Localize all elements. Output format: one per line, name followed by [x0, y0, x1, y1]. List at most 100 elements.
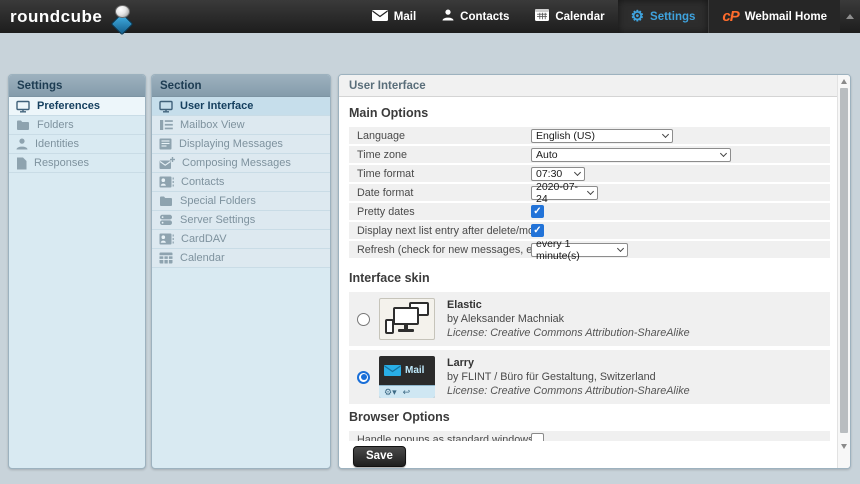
elastic-skin-radio[interactable] [357, 313, 370, 326]
section-item-calendar[interactable]: Calendar [152, 249, 330, 268]
nav-settings-label: Settings [650, 11, 695, 23]
monitor-icon [16, 100, 30, 113]
nav-webmail-home[interactable]: cP Webmail Home [708, 0, 840, 33]
section-item-label: Displaying Messages [179, 138, 283, 150]
next-entry-checkbox[interactable]: ✓ [531, 224, 544, 237]
content-scroll-area: Main Options Language English (US) Time … [339, 98, 837, 441]
section-item-label: CardDAV [181, 233, 227, 245]
refresh-interval-select-value: every 1 minute(s) [536, 238, 610, 262]
larry-skin-radio[interactable] [357, 371, 370, 384]
compose-envelope-icon [159, 157, 175, 170]
sidebar-item-label: Preferences [37, 100, 100, 112]
skin-name: Larry [447, 356, 690, 370]
elastic-skin-thumbnail[interactable] [379, 298, 435, 340]
section-item-label: Special Folders [180, 195, 256, 207]
roundcube-logo: roundcube [10, 0, 139, 35]
roundcube-settings-screen: roundcube Mail Contacts [0, 0, 860, 484]
scroll-up-arrow[interactable] [841, 79, 847, 84]
section-item-contacts[interactable]: Contacts [152, 173, 330, 192]
skin-license: License: Creative Commons Attribution-Sh… [447, 384, 690, 398]
section-item-label: Contacts [181, 176, 224, 188]
sidebar-item-folders[interactable]: Folders [9, 116, 145, 135]
taskbar-collapse-button[interactable] [840, 0, 860, 33]
skin-name: Elastic [447, 298, 690, 312]
section-item-mailbox-view[interactable]: Mailbox View [152, 116, 330, 135]
chevron-down-icon [720, 150, 727, 157]
chevron-down-icon [662, 131, 669, 138]
calendar-icon [535, 9, 549, 24]
chevron-down-icon [587, 188, 594, 195]
timezone-select[interactable]: Auto [531, 148, 731, 162]
scrollbar [837, 75, 850, 468]
section-item-label: Calendar [180, 252, 225, 264]
mail-icon [384, 365, 401, 376]
sidebar-item-label: Responses [34, 157, 89, 169]
collapse-arrow-icon [846, 14, 854, 19]
section-item-label: Mailbox View [180, 119, 245, 131]
chevron-down-icon [617, 245, 624, 252]
section-item-user-interface[interactable]: User Interface [152, 97, 330, 116]
file-icon [16, 157, 27, 170]
nav-calendar-label: Calendar [555, 11, 604, 23]
section-item-label: Composing Messages [182, 157, 291, 169]
date-format-select-value: 2020-07-24 [536, 181, 580, 205]
refresh-interval-select[interactable]: every 1 minute(s) [531, 243, 628, 257]
form-row-timezone: Time zone Auto [349, 146, 830, 163]
sidebar-item-label: Identities [35, 138, 79, 150]
sidebar-item-responses[interactable]: Responses [9, 154, 145, 173]
time-format-select-value: 07:30 [536, 168, 562, 180]
vcard-icon [159, 176, 174, 188]
section-item-special-folders[interactable]: Special Folders [152, 192, 330, 211]
field-label: Display next list entry after delete/mov… [357, 225, 531, 237]
nav-mail[interactable]: Mail [359, 0, 429, 33]
pretty-dates-checkbox[interactable]: ✓ [531, 205, 544, 218]
calendar-icon [159, 252, 173, 264]
skin-author: by Aleksander Machniak [447, 312, 690, 326]
monitor-icon [159, 100, 173, 113]
language-select-value: English (US) [536, 130, 595, 142]
nav-calendar[interactable]: Calendar [522, 0, 617, 33]
section-item-label: User Interface [180, 100, 253, 112]
server-icon [159, 214, 173, 226]
field-label: Pretty dates [357, 206, 531, 218]
form-row-time-format: Time format 07:30 [349, 165, 830, 182]
section-panel: Section User Interface Mailbox View Disp… [151, 74, 331, 469]
nav-contacts[interactable]: Contacts [429, 0, 522, 33]
section-item-composing-messages[interactable]: Composing Messages [152, 154, 330, 173]
form-row-language: Language English (US) [349, 127, 830, 144]
settings-panel: Settings Preferences Folders Identities … [8, 74, 146, 469]
date-format-select[interactable]: 2020-07-24 [531, 186, 598, 200]
folder-icon [16, 119, 30, 131]
gear-icon: ⚙▾ [384, 388, 397, 397]
content-footer: Save [339, 441, 837, 468]
scrollbar-thumb[interactable] [840, 88, 848, 433]
skin-info: Elastic by Aleksander Machniak License: … [447, 298, 690, 340]
sidebar-item-preferences[interactable]: Preferences [9, 97, 145, 116]
skin-author: by FLINT / Büro für Gestaltung, Switzerl… [447, 370, 690, 384]
preferences-content-panel: User Interface Main Options Language Eng… [338, 74, 851, 469]
chevron-down-icon [574, 169, 581, 176]
time-format-select[interactable]: 07:30 [531, 167, 585, 181]
skin-info: Larry by FLINT / Büro für Gestaltung, Sw… [447, 356, 690, 398]
folder-icon [159, 195, 173, 207]
section-item-displaying-messages[interactable]: Displaying Messages [152, 135, 330, 154]
section-item-carddav[interactable]: CardDAV [152, 230, 330, 249]
sidebar-item-identities[interactable]: Identities [9, 135, 145, 154]
larry-skin-thumbnail[interactable]: Mail ⚙▾ ↩ [379, 356, 435, 398]
form-row-next-entry: Display next list entry after delete/mov… [349, 222, 830, 239]
form-row-refresh: Refresh (check for new messages, etc.) e… [349, 241, 830, 258]
field-label: Refresh (check for new messages, etc.) [357, 244, 531, 256]
popups-checkbox[interactable] [531, 433, 544, 441]
scroll-down-arrow[interactable] [841, 444, 847, 449]
form-row-popups: Handle popups as standard windows [349, 431, 830, 441]
gear-icon: ⚙ [631, 9, 644, 24]
section-item-server-settings[interactable]: Server Settings [152, 211, 330, 230]
nav-settings[interactable]: ⚙ Settings [618, 0, 709, 33]
save-button[interactable]: Save [353, 446, 406, 467]
language-select[interactable]: English (US) [531, 129, 673, 143]
nav-mail-label: Mail [394, 11, 416, 23]
sidebar-item-label: Folders [37, 119, 74, 131]
contacts-icon [442, 9, 454, 24]
content-title: User Interface [339, 75, 850, 97]
field-label: Language [357, 130, 531, 142]
